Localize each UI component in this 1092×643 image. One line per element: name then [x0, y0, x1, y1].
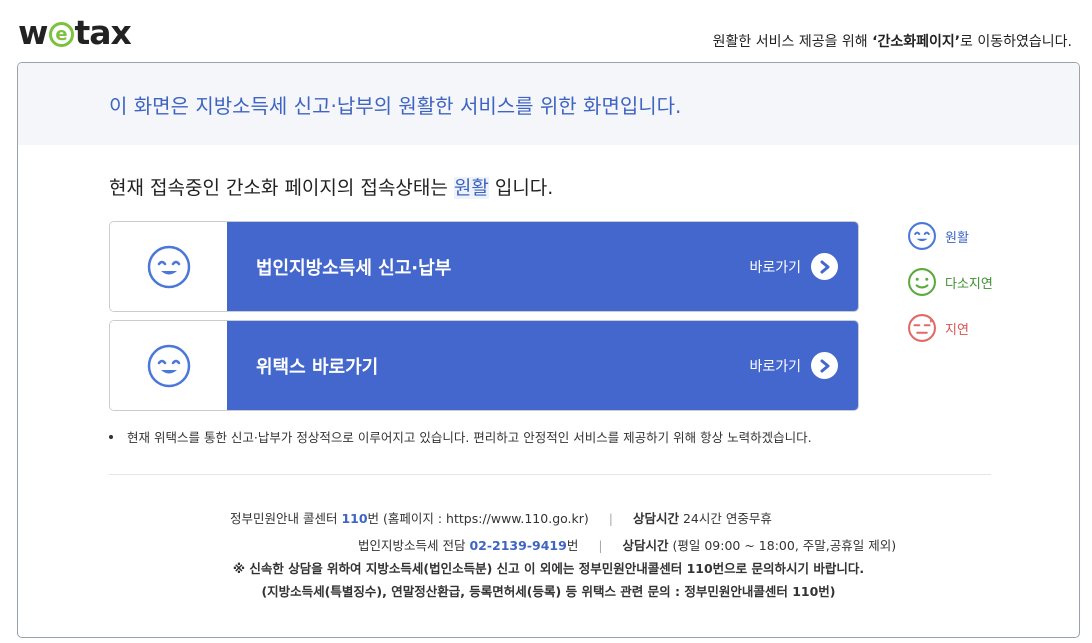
go-link[interactable]: 바로가기 — [749, 253, 838, 280]
legend-label: 다소지연 — [945, 276, 993, 292]
go-label: 바로가기 — [749, 259, 801, 276]
connection-status: 현재 접속중인 간소화 페이지의 접속상태는 원활 입니다. — [109, 173, 553, 200]
smile-icon — [147, 344, 190, 387]
card-status-icon-box — [110, 222, 227, 311]
hours-value: 24시간 연중무휴 — [678, 511, 772, 526]
sweat-face-icon — [908, 314, 936, 342]
divider — [109, 474, 991, 475]
legend-item-smooth: 원활 — [907, 221, 993, 251]
wetax-shortcut-card[interactable]: 위택스 바로가기 바로가기 — [109, 320, 859, 411]
chevron-right-icon — [811, 253, 838, 280]
status-post: 입니다. — [488, 177, 554, 199]
service-notice: 현재 위택스를 통한 신고·납부가 정상적으로 이루어지고 있습니다. 편리하고… — [109, 427, 812, 446]
banner-text: 이 화면은 지방소득세 신고·납부의 원활한 서비스를 위한 화면입니다. — [109, 93, 682, 118]
logo-text-w: w — [18, 12, 48, 52]
logo-e-icon: e — [48, 21, 74, 47]
footer-line-2-post: 번 — [566, 538, 579, 553]
smile-icon — [147, 245, 190, 288]
status-legend: 원활 다소지연 지연 — [907, 221, 993, 359]
card-body: 법인지방소득세 신고·납부 바로가기 — [227, 222, 858, 311]
card-title: 법인지방소득세 신고·납부 — [256, 257, 452, 279]
footer-line-1: 정부민원안내 콜센터 110번 (홈페이지 : https://www.110.… — [230, 508, 772, 527]
legend-item-delay: 지연 — [907, 313, 993, 343]
card-body: 위택스 바로가기 바로가기 — [227, 321, 858, 410]
service-notice-text: 현재 위택스를 통한 신고·납부가 정상적으로 이루어지고 있습니다. 편리하고… — [127, 430, 812, 445]
smile-icon — [908, 222, 936, 250]
legend-label: 원활 — [945, 230, 969, 246]
neutral-smile-icon — [908, 268, 936, 296]
hours-value: (평일 09:00 ~ 18:00, 주말,공휴일 제외) — [668, 538, 897, 553]
legend-label: 지연 — [945, 322, 969, 338]
legend-item-slight-delay: 다소지연 — [907, 267, 993, 297]
wetax-logo[interactable]: w e tax — [18, 12, 132, 52]
bullet-dot — [109, 434, 113, 439]
redirect-notice-post: 로 이동하였습니다. — [960, 34, 1072, 50]
go-label: 바로가기 — [749, 358, 801, 375]
chevron-right-icon — [811, 352, 838, 379]
footer-line-4-text: (지방소득세(특별징수), 연말정산환급, 등록면허세(등록) 등 위택스 관련… — [261, 584, 836, 599]
redirect-notice-pre: 원활한 서비스 제공을 위해 — [712, 34, 873, 50]
footer-line-1-pre: 정부민원안내 콜센터 — [230, 511, 342, 526]
hours-label: 상담시간 — [622, 538, 669, 553]
card-status-icon-box — [110, 321, 227, 410]
separator: | — [598, 538, 603, 553]
status-value: 원활 — [453, 177, 489, 199]
footer-line-2: 법인지방소득세 전담 02-2139-9419번 | 상담시간 (평일 09:0… — [358, 535, 896, 554]
separator: | — [608, 511, 613, 526]
hours-label: 상담시간 — [632, 511, 679, 526]
callcenter-number: 110 — [341, 511, 368, 526]
corporate-tax-card[interactable]: 법인지방소득세 신고·납부 바로가기 — [109, 221, 859, 312]
footer-line-3: ※ 신속한 상담을 위하여 지방소득세(법인소득분) 신고 이 외에는 정부민원… — [18, 558, 1079, 577]
go-link[interactable]: 바로가기 — [749, 352, 838, 379]
footer-line-3-text: ※ 신속한 상담을 위하여 지방소득세(법인소득분) 신고 이 외에는 정부민원… — [232, 561, 865, 576]
logo-text-tax: tax — [74, 12, 132, 52]
card-title: 위택스 바로가기 — [256, 356, 379, 378]
redirect-notice-bold: ‘간소화페이지’ — [872, 34, 961, 50]
footer-line-2-pre: 법인지방소득세 전담 — [358, 538, 470, 553]
footer-line-4: (지방소득세(특별징수), 연말정산환급, 등록면허세(등록) 등 위택스 관련… — [18, 581, 1079, 600]
info-banner: 이 화면은 지방소득세 신고·납부의 원활한 서비스를 위한 화면입니다. — [18, 63, 1079, 145]
redirect-notice: 원활한 서비스 제공을 위해 ‘간소화페이지’로 이동하였습니다. — [713, 31, 1072, 51]
main-panel: 이 화면은 지방소득세 신고·납부의 원활한 서비스를 위한 화면입니다. 현재… — [17, 62, 1080, 638]
status-pre: 현재 접속중인 간소화 페이지의 접속상태는 — [109, 177, 454, 199]
footer-line-1-post: 번 (홈페이지 : https://www.110.go.kr) — [367, 511, 589, 526]
corporate-tax-phone: 02-2139-9419 — [469, 538, 567, 553]
